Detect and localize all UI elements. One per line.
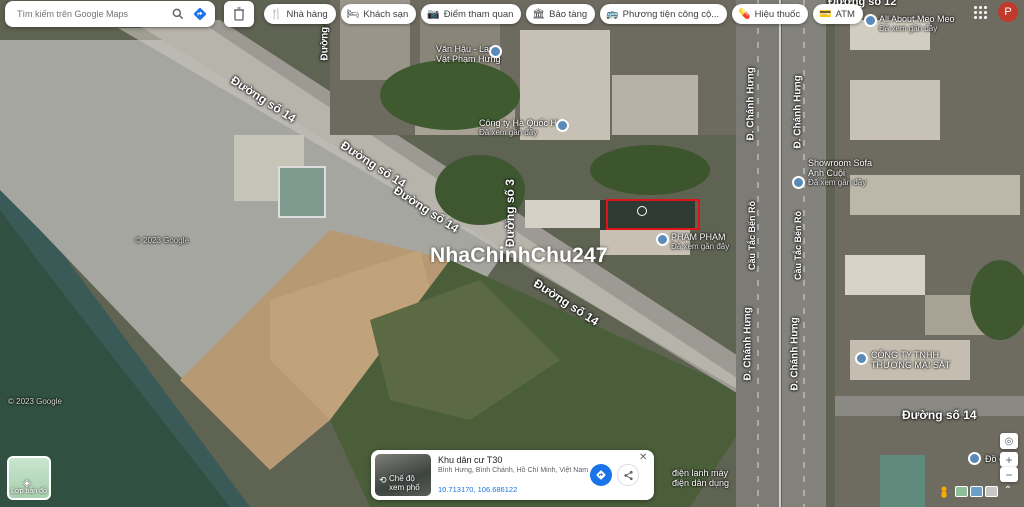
poi-subtitle: Đã xem gần đây — [808, 178, 867, 187]
street-view-thumbnail[interactable]: ⟲ Chế độ xem phố — [375, 454, 431, 496]
poi-pin-icon[interactable] — [792, 176, 805, 189]
street-view-label: Chế độ xem phố — [389, 474, 420, 492]
poi-cong-ty-tm[interactable]: CÔNG TY TNHH THƯƠNG MẠI SẮT — [871, 350, 950, 370]
poi-subtitle: Đã xem gần đây — [671, 242, 730, 251]
place-card[interactable]: ⟲ Chế độ xem phố Khu dân cư T30 Bình Hưn… — [371, 450, 654, 500]
poi-name: PHẠM PHẠM — [671, 232, 726, 242]
plus-icon: + — [1005, 452, 1013, 467]
chip-label: ATM — [835, 8, 855, 20]
place-title: Khu dân cư T30 — [438, 455, 503, 465]
account-avatar[interactable]: P — [998, 2, 1018, 22]
apps-grid-icon[interactable] — [974, 6, 988, 20]
zoom-out-button[interactable]: − — [1000, 467, 1018, 482]
watermark-text: NhaChinhChu247 — [430, 244, 608, 267]
chip-label: Bảo tàng — [549, 8, 588, 20]
poi-pin-icon[interactable] — [656, 233, 669, 246]
pharmacy-icon: 💊 — [738, 8, 751, 20]
zoom-in-button[interactable]: + — [1000, 452, 1018, 467]
expand-icon[interactable]: ⌃ — [1001, 485, 1015, 499]
poi-meo-meo[interactable]: All About Meo Meo Đã xem gần đây — [879, 14, 955, 34]
trash-icon — [234, 7, 244, 21]
road-label-duong-so-14: Đường số 14 — [902, 408, 977, 422]
copyright-left: © 2023 Google — [8, 397, 62, 406]
search-bar[interactable] — [5, 1, 215, 27]
poi-pin-icon[interactable] — [968, 452, 981, 465]
imagery-strip[interactable] — [955, 486, 998, 497]
my-location-icon: ◎ — [1004, 435, 1014, 447]
chip-atm[interactable]: 💳 ATM — [813, 4, 863, 24]
layers-label: Lớp bản đồ — [11, 488, 47, 495]
search-icon — [172, 8, 184, 20]
poi-name: Showroom Sofa Anh Cuội — [808, 158, 873, 178]
search-input[interactable] — [17, 9, 167, 19]
poi-subtitle: THƯƠNG MẠI SẮT — [871, 360, 951, 370]
copyright-center: © 2023 Google — [135, 236, 189, 245]
place-address: Bình Hưng, Bình Chánh, Hồ Chí Minh, Việt… — [438, 467, 589, 474]
poi-pin-icon[interactable] — [855, 352, 868, 365]
poi-name: CÔNG TY TNHH — [871, 350, 940, 360]
share-button[interactable] — [617, 464, 639, 486]
satellite-map[interactable]: Đường số 14 Đường số 14 Đường số 14 Đườn… — [0, 0, 1024, 507]
layers-toggle[interactable]: ◈ Lớp bản đồ — [7, 456, 51, 500]
category-chips: 🍴 Nhà hàng 🛏 Khách sạn 📷 Điểm tham quan 🏛 Bả… — [264, 4, 863, 24]
place-coordinates[interactable]: 10.713170, 106.686122 — [438, 485, 517, 494]
poi-subtitle: điện dân dụng — [672, 478, 730, 488]
poi-dien-lanh[interactable]: điện lạnh máy điện dân dụng — [672, 468, 729, 488]
poi-pham-pham[interactable]: PHẠM PHẠM Đã xem gần đây — [671, 232, 729, 252]
chip-label: Nhà hàng — [286, 8, 328, 20]
poi-pin-icon[interactable] — [864, 14, 877, 27]
selected-location-pin-icon[interactable] — [637, 206, 647, 216]
camera-icon: 📷 — [427, 8, 440, 20]
poi-pin-icon[interactable] — [489, 45, 502, 58]
poi-pin-icon[interactable] — [556, 119, 569, 132]
poi-ha-quoc-huy[interactable]: Công ty Hà Quốc Huy Đã xem gần đây — [479, 118, 567, 138]
chip-transit[interactable]: 🚌 Phương tiện công cộ... — [600, 4, 728, 24]
transit-icon: 🚌 — [606, 8, 619, 20]
chip-museums[interactable]: 🏛 Bảo tàng — [526, 4, 596, 24]
layer-thumb[interactable] — [955, 486, 968, 497]
poi-subtitle: Đã xem gần đây — [479, 128, 538, 137]
layer-thumb[interactable] — [985, 486, 998, 497]
poi-name: Công ty Hà Quốc Huy — [479, 118, 567, 128]
museum-icon: 🏛 — [532, 8, 546, 20]
poi-name: điện lạnh máy — [672, 468, 729, 478]
poi-name: All About Meo Meo — [879, 14, 955, 24]
poi-subtitle: Đã xem gần đây — [879, 24, 938, 33]
share-icon — [623, 470, 633, 480]
chip-label: Điểm tham quan — [443, 8, 514, 20]
road-label-chanh-hung: Đ. Chánh Hưng — [745, 67, 757, 141]
chip-attractions[interactable]: 📷 Điểm tham quan — [421, 4, 522, 24]
chip-hotels[interactable]: 🛏 Khách sạn — [340, 4, 417, 24]
highlight-rectangle — [606, 199, 700, 230]
hotel-filter-button[interactable] — [224, 1, 254, 27]
atm-icon: 💳 — [819, 8, 832, 20]
chip-label: Phương tiện công cộ... — [622, 8, 720, 20]
chip-label: Hiệu thuốc — [754, 8, 801, 20]
street-view-icon: ⟲ — [379, 475, 387, 485]
minus-icon: − — [1005, 467, 1013, 482]
chip-pharmacies[interactable]: 💊 Hiệu thuốc — [732, 4, 809, 24]
restaurant-icon: 🍴 — [270, 8, 283, 20]
hotel-icon: 🛏 — [346, 8, 360, 20]
directions-icon — [193, 7, 207, 21]
search-button[interactable] — [167, 3, 189, 25]
road-label-duong-so-3: Đường số 3 — [503, 179, 517, 247]
layer-thumb[interactable] — [970, 486, 983, 497]
road-label-chanh-hung: Đ. Chánh Hưng — [742, 307, 754, 381]
chip-label: Khách sạn — [363, 8, 409, 20]
directions-button[interactable] — [189, 3, 211, 25]
my-location-button[interactable]: ◎ — [1000, 433, 1018, 449]
road-label-chanh-hung: Đ. Chánh Hưng — [789, 317, 801, 391]
pegman-icon[interactable] — [938, 486, 950, 500]
close-icon[interactable]: ✕ — [639, 452, 647, 463]
poi-showroom[interactable]: Showroom Sofa Anh Cuội Đã xem gần đây — [808, 158, 878, 188]
road-label-cau-tac-ben-ro: Cầu Tắc Bến Rô — [747, 200, 757, 270]
chip-restaurants[interactable]: 🍴 Nhà hàng — [264, 4, 336, 24]
road-label-cau-tac-ben-ro: Cầu Tắc Bến Rô — [793, 210, 803, 280]
directions-button[interactable] — [590, 464, 612, 486]
directions-icon — [596, 470, 606, 480]
road-label-chanh-hung: Đ. Chánh Hưng — [792, 75, 804, 149]
